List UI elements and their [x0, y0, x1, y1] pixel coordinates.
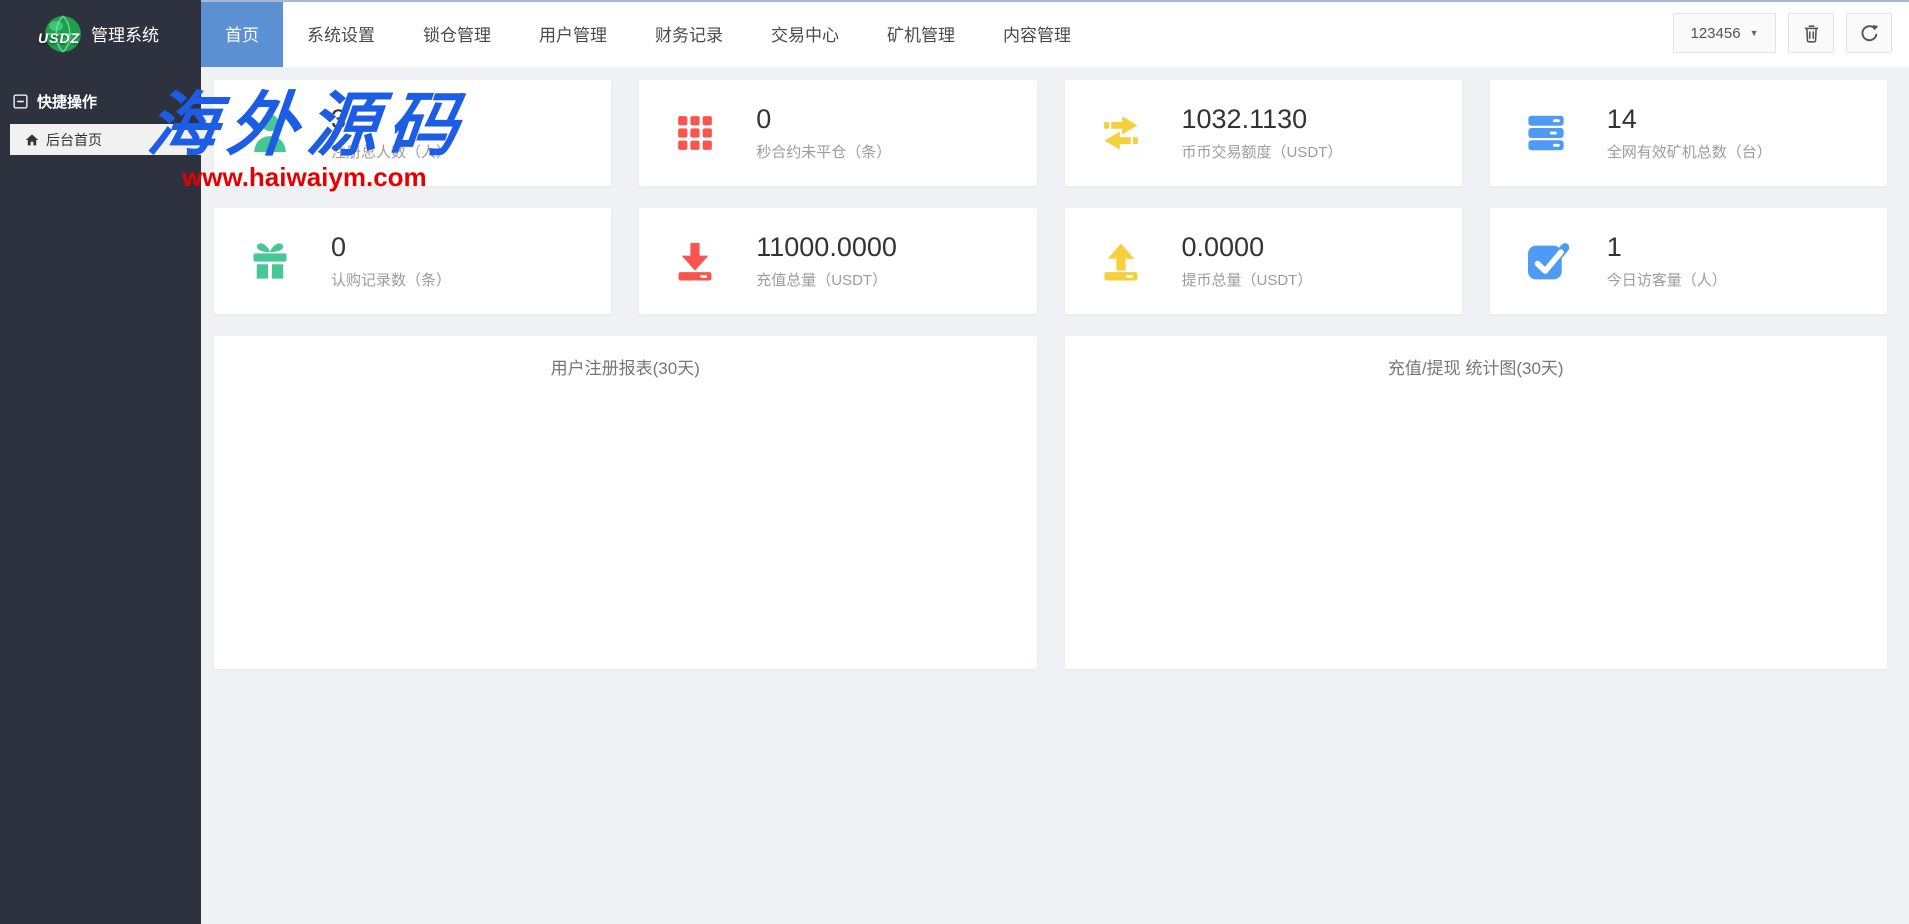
upload-icon: [1104, 243, 1137, 281]
stat-value: 14: [1606, 104, 1637, 135]
brand-logo: USDZ 管理系统: [0, 0, 201, 67]
trash-button[interactable]: [1788, 13, 1834, 53]
nav-tab-home[interactable]: 首页: [201, 0, 283, 67]
stat-value: 1: [1606, 232, 1622, 263]
download-icon: [678, 242, 712, 281]
stat-card-registered-users: 3 注册总人数（人）: [214, 80, 612, 186]
stat-value: 0: [331, 232, 347, 263]
chart-panel-user-registrations: 用户注册报表(30天): [214, 336, 1037, 669]
stat-label: 注册总人数（人）: [331, 143, 452, 161]
chart-panel-deposit-withdraw: 充值/提现 统计图(30天): [1064, 336, 1887, 669]
nav-tab-content-management[interactable]: 内容管理: [979, 0, 1095, 67]
stat-label: 币币交易额度（USDT）: [1181, 143, 1343, 161]
stat-value: 0.0000: [1181, 232, 1265, 263]
stat-value: 3: [331, 104, 347, 135]
stat-label: 认购记录数（条）: [331, 271, 452, 289]
nav-tab-miner-management[interactable]: 矿机管理: [863, 0, 979, 67]
stat-card-open-contracts: 0 秒合约未平仓（条）: [639, 80, 1037, 186]
chart-title: 用户注册报表(30天): [550, 359, 700, 378]
check-square-icon: [1527, 243, 1569, 280]
sidebar-item-label: 后台首页: [46, 131, 102, 148]
stat-card-visitors-today: 1 今日访客量（人）: [1489, 208, 1887, 314]
stat-card-subscriptions: 0 认购记录数（条）: [214, 208, 612, 314]
grid-icon: [678, 116, 713, 150]
nav-tab-user-management[interactable]: 用户管理: [515, 0, 631, 67]
stat-card-withdrawals-total: 0.0000 提币总量（USDT）: [1064, 208, 1462, 314]
user-icon: [254, 114, 286, 153]
stat-card-miners-total: 14 全网有效矿机总数（台）: [1489, 80, 1887, 186]
user-dropdown-label: 123456: [1690, 24, 1741, 42]
nav-tab-finance-records[interactable]: 财务记录: [631, 0, 747, 67]
exchange-arrows-icon: [1103, 116, 1138, 150]
caret-down-icon: ▼: [1749, 28, 1759, 38]
nav-tab-system-settings[interactable]: 系统设置: [283, 0, 399, 67]
sidebar-item-backend-home[interactable]: 后台首页: [10, 124, 201, 155]
stat-cards: 3 注册总人数（人） 0 秒合约未平仓（条） 1032.1130 币币交易额度（…: [214, 80, 1887, 314]
sidebar-section-quick-actions[interactable]: 快捷操作: [0, 67, 201, 124]
user-dropdown[interactable]: 123456 ▼: [1673, 13, 1776, 53]
home-icon: [25, 133, 39, 147]
header: USDZ 管理系统 首页 系统设置 锁仓管理 用户管理 财务记录 交易中心 矿机…: [0, 0, 1909, 67]
top-nav: 首页 系统设置 锁仓管理 用户管理 财务记录 交易中心 矿机管理 内容管理: [201, 0, 1095, 67]
collapse-minus-icon: [13, 94, 28, 109]
stat-value: 1032.1130: [1181, 104, 1308, 135]
refresh-icon: [1859, 23, 1880, 44]
chart-title: 充值/提现 统计图(30天): [1387, 359, 1564, 378]
sidebar-section-title: 快捷操作: [37, 94, 98, 111]
stat-label: 秒合约未平仓（条）: [756, 143, 892, 161]
globe-logo-icon: USDZ: [38, 13, 84, 55]
refresh-button[interactable]: [1846, 13, 1892, 53]
stat-label: 今日访客量（人）: [1606, 271, 1727, 289]
gift-icon: [253, 243, 287, 279]
servers-icon: [1528, 115, 1564, 151]
stat-card-trade-volume: 1032.1130 币币交易额度（USDT）: [1064, 80, 1462, 186]
stat-value: 11000.0000: [756, 232, 897, 263]
header-controls: 123456 ▼: [1673, 13, 1892, 53]
nav-tab-trade-center[interactable]: 交易中心: [747, 0, 863, 67]
app-title: 管理系统: [91, 26, 159, 45]
nav-tab-lockup-management[interactable]: 锁仓管理: [399, 0, 515, 67]
sidebar: 快捷操作 后台首页: [0, 67, 201, 924]
stat-card-deposits-total: 11000.0000 充值总量（USDT）: [639, 208, 1037, 314]
stat-label: 全网有效矿机总数（台）: [1606, 143, 1772, 161]
stat-label: 充值总量（USDT）: [756, 271, 888, 289]
chart-panels: 用户注册报表(30天) 充值/提现 统计图(30天): [214, 336, 1887, 669]
stat-label: 提币总量（USDT）: [1181, 271, 1313, 289]
stat-value: 0: [756, 104, 772, 135]
trash-icon: [1801, 23, 1822, 44]
brand-logo-text: USDZ: [38, 29, 81, 46]
